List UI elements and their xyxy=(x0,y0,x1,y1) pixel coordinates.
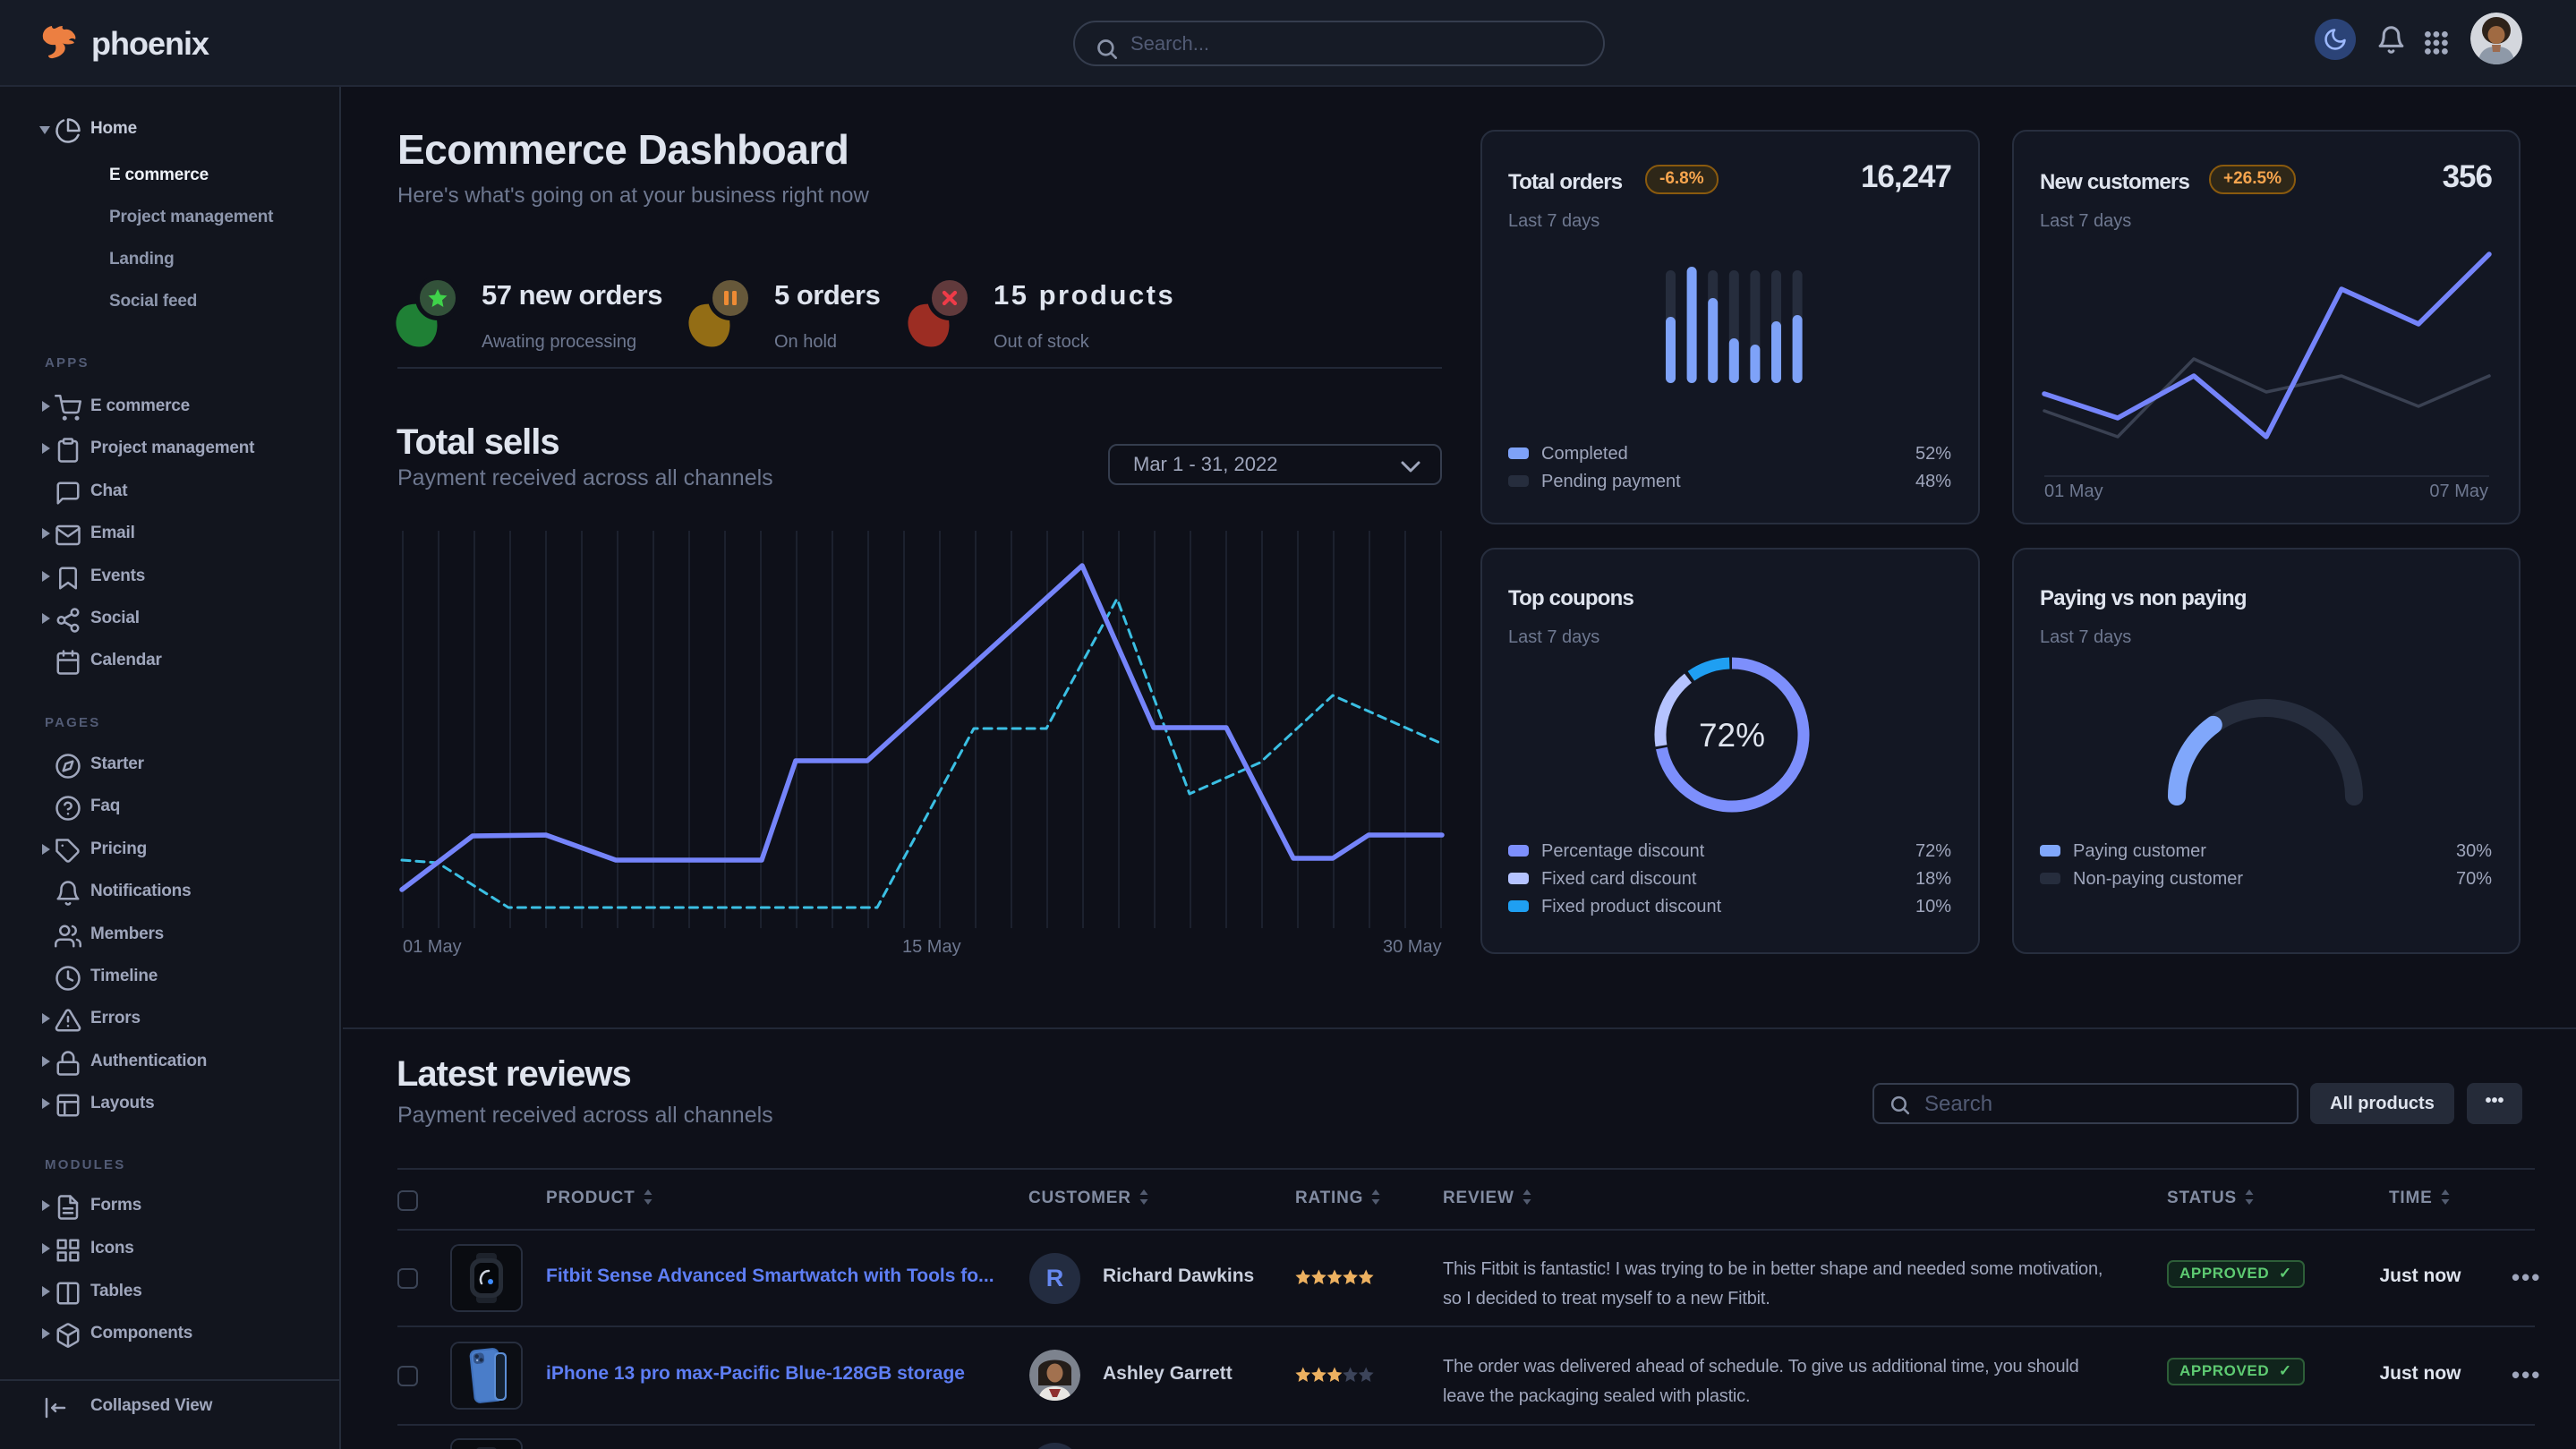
svg-text:72%: 72% xyxy=(1699,717,1765,754)
